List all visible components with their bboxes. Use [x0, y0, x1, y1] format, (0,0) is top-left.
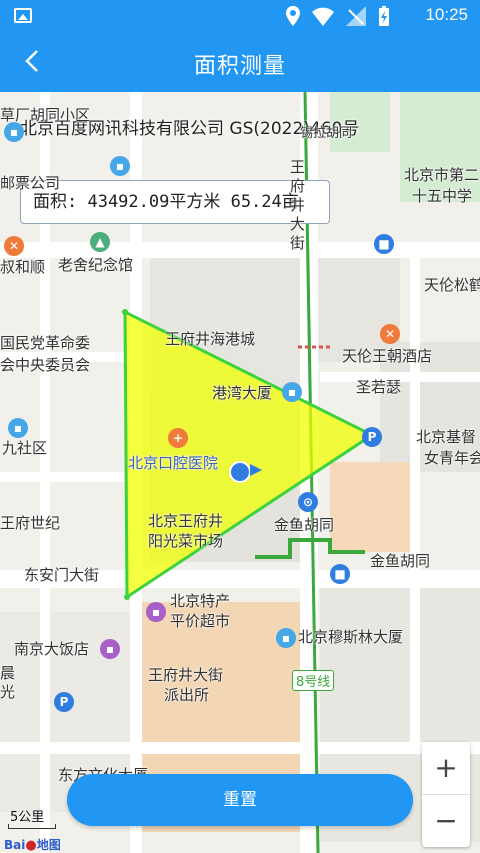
scale-bar [8, 824, 56, 829]
map-label: 九社区 [2, 439, 48, 457]
zoom-in-button[interactable]: + [422, 742, 470, 794]
shop-icon: ▪ [110, 156, 130, 176]
map-label: 北京特产 [170, 592, 231, 610]
map-label: 会中央委员会 [0, 356, 91, 374]
map-label: 王府世纪 [0, 514, 61, 532]
bus-icon: ■ [330, 564, 350, 584]
status-bar: 10:25 [0, 0, 480, 32]
title-bar: 面积测量 [0, 32, 480, 92]
map-label: 天伦松鹤 [424, 276, 480, 294]
map-view[interactable]: 北京百度网讯科技有限公司 GS(2022)460号 面积: 43492.09平方… [0, 92, 480, 853]
location-icon [286, 6, 300, 26]
map-label: 晨光 [0, 664, 16, 701]
map-label: 十五中学 [412, 187, 473, 205]
bus-icon: ■ [374, 234, 394, 254]
hospital-icon: + [168, 428, 188, 448]
map-label: 女青年会 [424, 449, 480, 467]
map-label: 邮票公司 [0, 174, 61, 192]
map-label: 圣若瑟 [356, 378, 402, 396]
status-icons [286, 6, 390, 26]
area-result: 面积: 43492.09平方米 65.24亩 [20, 180, 330, 224]
map-label: 平价超市 [170, 612, 231, 630]
signal-icon [346, 6, 366, 26]
baidu-logo: Bai●地图 [4, 838, 61, 853]
map-label: 草厂胡同小区 [0, 106, 91, 124]
map-label: 北京王府井 [148, 512, 224, 530]
map-label: 老舍纪念馆 [58, 256, 134, 274]
map-label: 王府井海港城 [165, 330, 256, 348]
battery-icon [379, 6, 389, 26]
restaurant-icon: ✕ [380, 324, 400, 344]
map-label: 王府井大街 [148, 666, 224, 684]
building-icon: ▪ [8, 418, 28, 438]
vertex-marker [122, 309, 128, 315]
map-label: 国民党革命委 [0, 334, 91, 352]
parking-icon: P [54, 692, 74, 712]
metro-icon: ⊙ [298, 492, 318, 512]
restaurant-icon: ✕ [4, 236, 24, 256]
map-label: 南京大饭店 [14, 640, 90, 658]
current-location-icon [229, 461, 251, 483]
map-label: 北京基督 [416, 428, 477, 446]
vertex-marker [124, 594, 130, 600]
map-label: 派出所 [164, 686, 210, 704]
wifi-icon [312, 7, 334, 26]
scenic-icon: ▲ [90, 232, 110, 252]
map-label: 北京市第二 [404, 166, 480, 184]
map-label: 北京穆斯林大厦 [298, 628, 404, 646]
hotel-icon: ▪ [100, 639, 120, 659]
page-title: 面积测量 [193, 54, 286, 79]
zoom-out-button[interactable]: − [422, 795, 470, 847]
map-label: 锡拉胡同 [300, 126, 353, 141]
map-label: 天伦王朝酒店 [342, 347, 433, 365]
scale-label: 5公里 [10, 810, 45, 825]
map-label: 金鱼胡同 [370, 552, 431, 570]
map-label: 叔和顺 [0, 258, 46, 276]
building-icon: ▪ [276, 628, 296, 648]
building-icon: ▪ [4, 122, 24, 142]
map-label: 金鱼胡同 [274, 516, 335, 534]
reset-button[interactable]: 重置 [67, 774, 413, 826]
map-label: 港湾大厦 [212, 384, 273, 402]
map-label: 王府井大街 [290, 158, 306, 252]
gallery-icon [14, 8, 32, 23]
parking-icon: P [362, 427, 382, 447]
map-label: 北京口腔医院 [128, 454, 219, 472]
zoom-control: + − [422, 742, 470, 847]
map-label: 阳光菜市场 [148, 532, 224, 550]
metro-line-label: 8号线 [292, 670, 335, 691]
status-time: 10:25 [425, 5, 468, 24]
map-label: 东安门大街 [24, 566, 100, 584]
building-icon: ▪ [282, 382, 302, 402]
shopping-icon: ▪ [146, 602, 166, 622]
